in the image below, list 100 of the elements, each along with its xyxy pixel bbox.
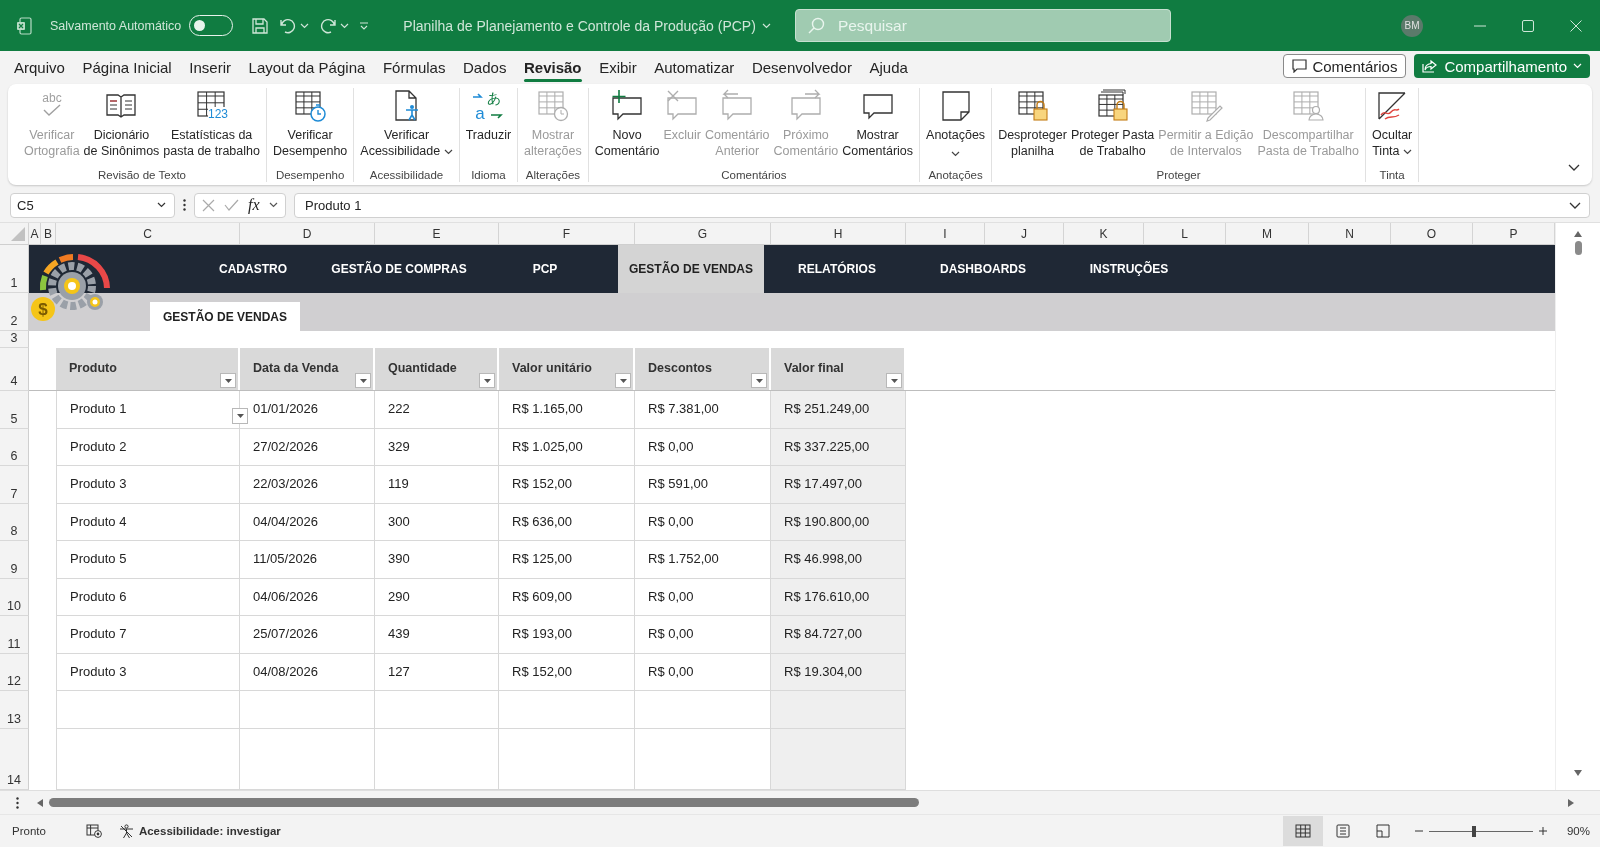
scroll-down-icon[interactable] xyxy=(1574,770,1582,776)
menu-tab[interactable]: Dados xyxy=(455,59,515,82)
column-header[interactable]: F xyxy=(499,223,635,244)
ribbon-button[interactable]: あ a Traduzir xyxy=(463,88,514,143)
menu-tab[interactable]: Revisão xyxy=(516,59,590,82)
filter-button[interactable] xyxy=(355,373,371,388)
column-header[interactable]: G xyxy=(635,223,771,244)
row-number[interactable]: 14 xyxy=(0,728,29,790)
view-button[interactable] xyxy=(1282,816,1323,846)
cell-dropdown-button[interactable] xyxy=(232,408,248,424)
menu-tab[interactable]: Desenvolvedor xyxy=(743,59,860,82)
filter-button[interactable] xyxy=(886,373,902,388)
filter-button[interactable] xyxy=(479,373,495,388)
insert-function-button[interactable]: fx xyxy=(248,196,260,214)
filter-button[interactable] xyxy=(220,373,236,388)
row-number[interactable]: 4 xyxy=(0,348,29,391)
menu-tab[interactable]: Arquivo xyxy=(6,59,73,82)
scrollbar-thumb[interactable] xyxy=(1574,241,1582,255)
column-header[interactable]: H xyxy=(771,223,906,244)
close-icon[interactable] xyxy=(1570,19,1582,32)
nav-tab[interactable]: GESTÃO DE COMPRAS xyxy=(326,245,472,293)
nav-tab[interactable]: CADASTRO xyxy=(180,245,326,293)
row-number[interactable]: 10 xyxy=(0,578,29,616)
column-header[interactable]: J xyxy=(985,223,1064,244)
table-cell: 290 xyxy=(375,578,499,616)
page-break-icon xyxy=(1374,824,1391,838)
menu-tab[interactable]: Exibir xyxy=(591,59,645,82)
customize-toolbar-icon[interactable] xyxy=(359,20,370,31)
menu-tab[interactable]: Ajuda xyxy=(861,59,916,82)
redo-icon[interactable] xyxy=(319,17,338,34)
row-number[interactable]: 8 xyxy=(0,503,29,541)
row-number[interactable]: 3 xyxy=(0,331,29,348)
column-header[interactable]: C xyxy=(56,223,240,244)
nav-tab[interactable]: INSTRUÇÕES xyxy=(1056,245,1202,293)
column-header[interactable]: K xyxy=(1064,223,1144,244)
zoom-level[interactable]: 90% xyxy=(1566,825,1590,837)
ribbon-button[interactable]: Mostrar Comentários xyxy=(840,88,916,159)
collapse-ribbon-icon[interactable] xyxy=(1568,164,1580,171)
row-number[interactable]: 6 xyxy=(0,428,29,466)
table-cell: 22/03/2026 xyxy=(240,466,375,504)
column-header[interactable]: I xyxy=(906,223,985,244)
scroll-left-icon[interactable] xyxy=(37,798,43,807)
column-header[interactable]: D xyxy=(240,223,375,244)
row-number[interactable]: 11 xyxy=(0,616,29,654)
row-number[interactable]: 1 xyxy=(0,245,29,293)
row-number[interactable]: 7 xyxy=(0,466,29,504)
column-header[interactable]: E xyxy=(375,223,499,244)
menu-tab[interactable]: Inserir xyxy=(181,59,239,82)
zoom-slider-thumb[interactable] xyxy=(1471,825,1476,837)
row-number[interactable]: 5 xyxy=(0,391,29,429)
menu-tab[interactable]: Layout da Página xyxy=(240,59,374,82)
ribbon-button[interactable]: 123 Estatísticas da pasta de trabalho xyxy=(161,88,262,159)
ribbon-button[interactable]: Verificar Acessibilidade xyxy=(358,88,455,159)
column-header[interactable]: L xyxy=(1144,223,1226,244)
ribbon-button[interactable]: Dicionário de Sinônimos xyxy=(81,88,162,159)
user-avatar[interactable]: BM xyxy=(1401,14,1423,37)
formula-field[interactable]: Produto 1 xyxy=(294,192,1590,218)
row-number[interactable]: 2 xyxy=(0,293,29,331)
nav-tab[interactable]: PCP xyxy=(472,245,618,293)
column-header[interactable]: O xyxy=(1391,223,1473,244)
nav-tab[interactable]: RELATÓRIOS xyxy=(764,245,910,293)
document-title[interactable]: Planilha de Planejamento e Controle da Produção (PCP) xyxy=(403,17,756,34)
accessibility-status[interactable]: Acessibilidade: investigar xyxy=(118,823,281,839)
column-header[interactable]: N xyxy=(1309,223,1391,244)
undo-icon[interactable] xyxy=(279,17,298,34)
maximize-icon[interactable] xyxy=(1522,19,1534,32)
menu-tab[interactable]: Fórmulas xyxy=(374,59,454,82)
zoom-in-icon[interactable] xyxy=(1538,827,1547,835)
menu-tab[interactable]: Página Inicial xyxy=(74,59,180,82)
column-header[interactable]: A xyxy=(29,223,41,244)
row-number[interactable]: 9 xyxy=(0,541,29,579)
check-icon[interactable] xyxy=(224,199,239,211)
save-icon[interactable] xyxy=(251,16,270,35)
nav-tab[interactable]: GESTÃO DE VENDAS xyxy=(618,245,764,293)
ribbon-button[interactable]: Verificar Desempenho xyxy=(270,88,350,159)
name-box[interactable]: C5 xyxy=(10,192,175,218)
ribbon-button[interactable]: Novo Comentário xyxy=(592,88,662,159)
more-options-icon[interactable] xyxy=(16,796,19,809)
column-header[interactable]: B xyxy=(41,223,56,244)
ribbon-button[interactable]: Ocultar Tinta xyxy=(1369,88,1415,159)
row-number[interactable]: 12 xyxy=(0,653,29,691)
expand-icon[interactable] xyxy=(1569,201,1581,209)
ribbon-button[interactable]: Proteger Pasta de Trabalho xyxy=(1068,88,1157,159)
row-number[interactable]: 13 xyxy=(0,691,29,729)
column-header[interactable]: M xyxy=(1226,223,1309,244)
macro-record-icon[interactable] xyxy=(85,824,102,838)
share-button[interactable]: Compartilhamento xyxy=(1414,54,1590,78)
ribbon-button[interactable]: Desproteger planilha xyxy=(996,88,1069,159)
stack-lock-icon xyxy=(1095,89,1130,123)
nav-tab[interactable]: DASHBOARDS xyxy=(910,245,1056,293)
menu-tab[interactable]: Automatizar xyxy=(646,59,743,82)
scrollbar-thumb[interactable] xyxy=(49,798,919,807)
scroll-up-icon[interactable] xyxy=(1574,231,1582,237)
filter-button[interactable] xyxy=(615,373,631,388)
filter-button[interactable] xyxy=(751,373,767,388)
comments-button[interactable]: Comentários xyxy=(1283,54,1407,78)
scroll-right-icon[interactable] xyxy=(1568,798,1574,807)
more-options-icon[interactable] xyxy=(183,199,186,211)
table-cell: 27/02/2026 xyxy=(240,428,375,466)
ribbon-button[interactable]: Anotações xyxy=(924,88,988,161)
